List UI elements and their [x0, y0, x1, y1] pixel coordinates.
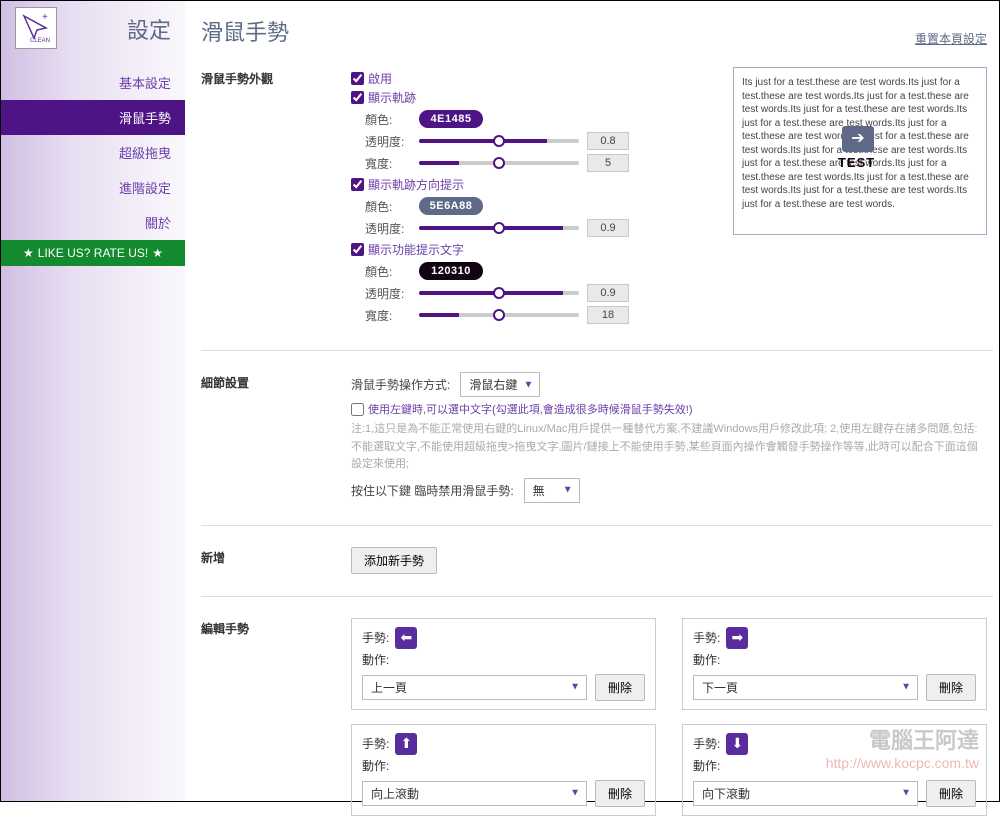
- delete-gesture-button[interactable]: 刪除: [926, 674, 976, 701]
- star-icon: ★: [23, 246, 34, 260]
- show-trail-label: 顯示軌跡: [368, 89, 416, 106]
- rate-us-label: LIKE US? RATE US!: [38, 246, 148, 260]
- show-trail-checkbox[interactable]: [351, 91, 364, 104]
- left-select-checkbox[interactable]: [351, 403, 364, 416]
- action-label: 動作:: [693, 651, 976, 668]
- add-gesture-button[interactable]: 添加新手勢: [351, 547, 437, 574]
- gesture-preview: Its just for a test.these are test words…: [733, 67, 987, 235]
- preview-hint-text: TEST: [838, 154, 875, 172]
- dir-opacity-value: 0.9: [587, 219, 629, 237]
- arrow-down-icon: ⬇: [726, 733, 748, 755]
- gesture-action-select[interactable]: 下一頁▼: [693, 675, 918, 700]
- gesture-label: 手勢:: [362, 735, 389, 752]
- gesture-label: 手勢:: [693, 735, 720, 752]
- hold-key-select[interactable]: 無▼: [524, 478, 580, 503]
- section-label-edit: 編輯手勢: [201, 618, 351, 637]
- enable-checkbox[interactable]: [351, 72, 364, 85]
- settings-title: 設定: [127, 13, 171, 45]
- trail-opacity-slider[interactable]: [419, 139, 579, 143]
- reset-page-link[interactable]: 重置本頁設定: [915, 30, 987, 47]
- enable-label: 啟用: [368, 70, 392, 87]
- gesture-label: 手勢:: [693, 629, 720, 646]
- trail-width-label: 寬度:: [365, 155, 411, 172]
- page-title: 滑鼠手勢: [201, 15, 289, 47]
- arrow-right-icon: ➔: [842, 126, 874, 152]
- dir-opacity-label: 透明度:: [365, 220, 411, 237]
- show-dir-checkbox[interactable]: [351, 178, 364, 191]
- hint-width-label: 寬度:: [365, 307, 411, 324]
- action-label: 動作:: [362, 651, 645, 668]
- svg-text:CLEAN: CLEAN: [30, 38, 50, 44]
- section-label-appearance: 滑鼠手勢外觀: [201, 68, 351, 87]
- hint-opacity-value: 0.9: [587, 284, 629, 302]
- arrow-up-icon: ⬆: [395, 733, 417, 755]
- gesture-action-select[interactable]: 向上滾動▼: [362, 781, 587, 806]
- hold-key-label: 按住以下鍵 臨時禁用滑鼠手勢:: [351, 482, 514, 499]
- details-note: 注:1,這只是為不能正常使用右鍵的Linux/Mac用戶提供一種替代方案,不建議…: [351, 421, 987, 474]
- hint-width-value: 18: [587, 306, 629, 324]
- arrow-right-icon: ➡: [726, 627, 748, 649]
- left-select-label: 使用左鍵時,可以選中文字(勾選此項,會造成很多時候滑鼠手勢失效!): [368, 401, 693, 417]
- delete-gesture-button[interactable]: 刪除: [926, 780, 976, 807]
- trail-opacity-label: 透明度:: [365, 133, 411, 150]
- chevron-down-icon: ▼: [563, 485, 573, 496]
- hint-width-slider[interactable]: [419, 313, 579, 317]
- hint-color-label: 顏色:: [365, 263, 411, 280]
- show-hint-checkbox[interactable]: [351, 243, 364, 256]
- gesture-card: 手勢: ⬅ 動作: 上一頁▼ 刪除: [351, 618, 656, 710]
- trail-width-value: 5: [587, 154, 629, 172]
- arrow-left-icon: ⬅: [395, 627, 417, 649]
- gesture-card: 手勢: ➡ 動作: 下一頁▼ 刪除: [682, 618, 987, 710]
- delete-gesture-button[interactable]: 刪除: [595, 674, 645, 701]
- hint-opacity-slider[interactable]: [419, 291, 579, 295]
- trail-opacity-value: 0.8: [587, 132, 629, 150]
- chevron-down-icon: ▼: [570, 682, 580, 693]
- sidebar-item-super-drag[interactable]: 超級拖曳: [1, 135, 185, 170]
- hint-color-swatch[interactable]: 120310: [419, 262, 483, 280]
- dir-opacity-slider[interactable]: [419, 226, 579, 230]
- chevron-down-icon: ▼: [901, 788, 911, 799]
- sidebar-item-basic[interactable]: 基本設定: [1, 65, 185, 100]
- sidebar-item-advanced[interactable]: 進階設定: [1, 170, 185, 205]
- rate-us-bar[interactable]: ★ LIKE US? RATE US! ★: [1, 240, 185, 266]
- delete-gesture-button[interactable]: 刪除: [595, 780, 645, 807]
- sidebar-item-about[interactable]: 關於: [1, 205, 185, 240]
- gesture-label: 手勢:: [362, 629, 389, 646]
- method-label: 滑鼠手勢操作方式:: [351, 376, 450, 393]
- hint-opacity-label: 透明度:: [365, 285, 411, 302]
- chevron-down-icon: ▼: [901, 682, 911, 693]
- method-select[interactable]: 滑鼠右鍵▼: [460, 372, 540, 397]
- chevron-down-icon: ▼: [523, 379, 533, 390]
- chevron-down-icon: ▼: [570, 788, 580, 799]
- gesture-action-select[interactable]: 上一頁▼: [362, 675, 587, 700]
- gesture-action-select[interactable]: 向下滾動▼: [693, 781, 918, 806]
- star-icon: ★: [152, 246, 163, 260]
- trail-width-slider[interactable]: [419, 161, 579, 165]
- app-logo: CLEAN +: [15, 7, 57, 49]
- section-label-details: 細節設置: [201, 372, 351, 391]
- dir-color-label: 顏色:: [365, 198, 411, 215]
- trail-color-swatch[interactable]: 4E1485: [419, 110, 483, 128]
- show-hint-label: 顯示功能提示文字: [368, 241, 464, 258]
- svg-text:+: +: [42, 12, 48, 23]
- action-label: 動作:: [362, 757, 645, 774]
- action-label: 動作:: [693, 757, 976, 774]
- show-dir-label: 顯示軌跡方向提示: [368, 176, 464, 193]
- sidebar-item-mouse-gesture[interactable]: 滑鼠手勢: [1, 100, 185, 135]
- section-label-add: 新增: [201, 547, 351, 566]
- trail-color-label: 顏色:: [365, 111, 411, 128]
- dir-color-swatch[interactable]: 5E6A88: [419, 197, 483, 215]
